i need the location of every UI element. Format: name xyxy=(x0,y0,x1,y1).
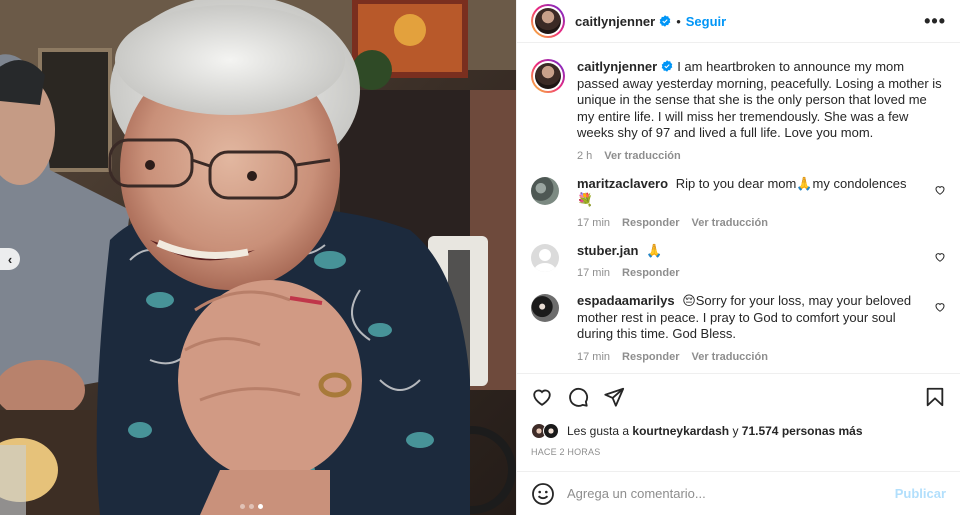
author-avatar[interactable] xyxy=(531,4,565,38)
post-side-panel: caitlynjenner • Seguir ••• caitlynjenner… xyxy=(516,0,960,515)
like-comment-heart-icon[interactable] xyxy=(934,184,946,196)
author-username[interactable]: caitlynjenner xyxy=(575,14,655,29)
save-bookmark-icon[interactable] xyxy=(924,386,946,408)
like-comment-heart-icon[interactable] xyxy=(934,251,946,263)
like-heart-icon[interactable] xyxy=(531,386,553,408)
follow-button[interactable]: Seguir xyxy=(686,14,726,29)
verified-badge-icon xyxy=(659,15,671,27)
comment-input[interactable] xyxy=(567,486,895,501)
carousel-indicator xyxy=(240,504,263,509)
comment-text: 🙏 xyxy=(646,242,663,258)
post-photo xyxy=(0,0,516,515)
instagram-post: ‹ caitlynjenner • Seguir ••• caitlynjenn… xyxy=(0,0,960,515)
carousel-dot-active xyxy=(258,504,263,509)
comment-time: 17 min xyxy=(577,216,611,229)
commenter-avatar[interactable] xyxy=(531,176,559,205)
comment-bubble-icon[interactable] xyxy=(567,386,589,408)
emoji-icon[interactable] xyxy=(531,482,555,506)
comment-translate-link[interactable]: Ver traducción xyxy=(692,217,768,229)
comment-reply-button[interactable]: Responder xyxy=(622,217,679,229)
share-send-icon[interactable] xyxy=(603,386,625,408)
comment-item: maritzaclavero Rip to you dear mom🙏my co… xyxy=(531,176,946,229)
comment-reply-button[interactable]: Responder xyxy=(622,351,679,363)
comment-time: 17 min xyxy=(577,350,611,363)
caption-time: 2 h xyxy=(577,149,593,162)
caption-username[interactable]: caitlynjenner xyxy=(577,59,657,74)
likes-summary: Les gusta a kourtneykardash y 71.574 per… xyxy=(531,420,946,442)
header-separator: • xyxy=(676,13,681,29)
liker-avatars[interactable] xyxy=(531,421,565,441)
verified-badge-icon xyxy=(661,60,673,72)
comment-username[interactable]: stuber.jan xyxy=(577,243,638,258)
add-comment-bar: Publicar xyxy=(517,471,960,515)
comment-item: espadaamarilys 😔Sorry for your loss, may… xyxy=(531,293,946,363)
caption-translate-link[interactable]: Ver traducción xyxy=(604,150,680,162)
comment-time: 17 min xyxy=(577,267,611,279)
comment-username[interactable]: espadaamarilys xyxy=(577,293,675,308)
comment-reply-button[interactable]: Responder xyxy=(622,267,679,279)
carousel-dot xyxy=(240,504,245,509)
comments-list[interactable]: caitlynjenner I am heartbroken to announ… xyxy=(517,43,960,373)
commenter-avatar[interactable] xyxy=(531,294,559,322)
comment-item: stuber.jan 🙏 17 min Responder xyxy=(531,242,946,279)
likes-count[interactable]: 71.574 personas más xyxy=(742,424,863,438)
likes-prefix: Les gusta a xyxy=(567,424,630,438)
post-media: ‹ xyxy=(0,0,516,515)
post-timestamp: HACE 2 HORAS xyxy=(531,447,601,457)
comment-username[interactable]: maritzaclavero xyxy=(577,176,668,191)
post-actions: Les gusta a kourtneykardash y 71.574 per… xyxy=(517,373,960,465)
carousel-dot xyxy=(249,504,254,509)
more-options-icon[interactable]: ••• xyxy=(924,11,946,32)
caption: caitlynjenner I am heartbroken to announ… xyxy=(531,59,946,162)
likes-first-user[interactable]: kourtneykardash xyxy=(632,424,729,438)
publish-button[interactable]: Publicar xyxy=(895,486,946,501)
comment-translate-link[interactable]: Ver traducción xyxy=(692,351,768,363)
post-header: caitlynjenner • Seguir ••• xyxy=(517,0,960,43)
likes-conjunction: y xyxy=(732,424,739,438)
caption-author-avatar[interactable] xyxy=(531,59,565,93)
like-comment-heart-icon[interactable] xyxy=(934,301,946,313)
commenter-avatar[interactable] xyxy=(531,243,559,272)
